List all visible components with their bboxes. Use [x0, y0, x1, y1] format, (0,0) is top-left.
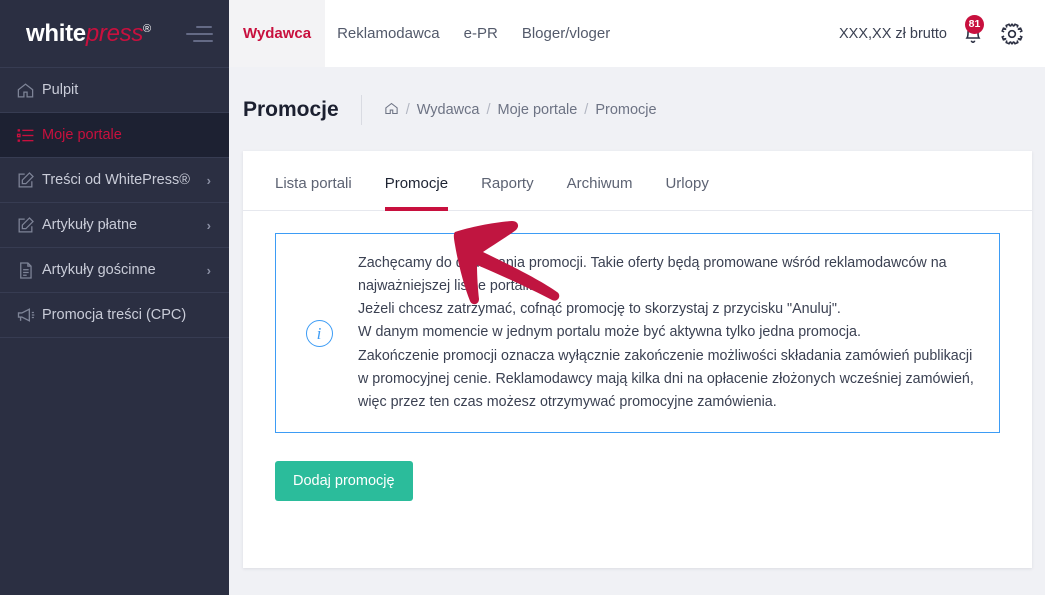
- sidebar-item-promocja-tresci-cpc[interactable]: Promocja treści (CPC): [0, 293, 229, 338]
- chevron-right-icon: ›: [206, 262, 211, 278]
- notification-count-badge: 81: [965, 14, 984, 34]
- sidebar-item-label: Promocja treści (CPC): [42, 307, 187, 323]
- chevron-right-icon: ›: [206, 217, 211, 233]
- sidebar-item-label: Artykuły płatne: [42, 217, 138, 233]
- tab-archiwum[interactable]: Archiwum: [567, 175, 633, 208]
- sidebar: whitepress® Pulpit Moje portale Treści o…: [0, 0, 229, 595]
- sidebar-item-moje-portale[interactable]: Moje portale: [0, 113, 229, 158]
- breadcrumb-item-wydawca[interactable]: Wydawca: [417, 102, 480, 118]
- app-root: whitepress® Pulpit Moje portale Treści o…: [0, 0, 1045, 595]
- breadcrumb-item-moje-portale[interactable]: Moje portale: [498, 102, 578, 118]
- list-icon: [16, 126, 42, 145]
- hamburger-line: [193, 39, 213, 42]
- logo-text-white: white: [26, 19, 86, 47]
- card-tabs: Lista portali Promocje Raporty Archiwum …: [243, 151, 1032, 211]
- breadcrumb: / Wydawca / Moje portale / Promocje: [362, 101, 657, 120]
- sidebar-item-label: Artykuły gościnne: [42, 262, 156, 278]
- breadcrumb-separator: /: [405, 102, 410, 118]
- gear-icon: [1001, 22, 1023, 45]
- notifications-button[interactable]: 81: [961, 14, 985, 48]
- tab-label: Lista portali: [275, 175, 352, 192]
- info-line: najważniejszej liście portali.: [358, 278, 533, 295]
- main-column: Wydawca Reklamodawca e-PR Bloger/vloger …: [229, 0, 1045, 595]
- page-title: Promocje: [243, 98, 339, 121]
- tab-label: Urlopy: [665, 175, 709, 192]
- tab-label: Promocje: [384, 175, 449, 192]
- chevron-right-icon: ›: [206, 172, 211, 188]
- page-content: Promocje / Wydawca / Moje portale / Prom…: [229, 67, 1045, 595]
- pencil-square-icon: [16, 171, 42, 190]
- topbar-tab-label: Reklamodawca: [337, 25, 440, 42]
- info-glyph: i: [305, 319, 333, 347]
- tab-label: Raporty: [481, 175, 534, 192]
- logo-text-press: press: [85, 19, 144, 47]
- sidebar-nav: Pulpit Moje portale Treści od WhitePress…: [0, 67, 229, 338]
- tab-lista-portali[interactable]: Lista portali: [275, 175, 352, 208]
- info-line: Zakończenie promocji oznacza wyłącznie z…: [358, 347, 973, 364]
- info-line: Jeżeli chcesz zatrzymać, cofnąć promocję…: [358, 301, 841, 318]
- document-icon: [16, 261, 42, 280]
- info-circle-icon: i: [296, 319, 342, 347]
- sidebar-item-artykuly-platne[interactable]: Artykuły płatne ›: [0, 203, 229, 248]
- whitepress-logo[interactable]: whitepress®: [26, 20, 151, 48]
- home-icon: [16, 81, 42, 100]
- info-line: w promocyjnej cenie. Reklamodawcy mają k…: [358, 370, 974, 387]
- topbar-tab-label: Wydawca: [243, 25, 312, 42]
- info-line: W danym momencie w jednym portalu może b…: [358, 324, 861, 341]
- megaphone-icon: [16, 305, 42, 325]
- sidebar-item-tresci-od-whitepress[interactable]: Treści od WhitePress® ›: [0, 158, 229, 203]
- topbar-tab-wydawca[interactable]: Wydawca: [229, 0, 326, 67]
- info-line: więc przez ten czas możesz otrzymywać pr…: [358, 393, 777, 410]
- info-line: Zachęcamy do dodawania promocji. Takie o…: [358, 255, 947, 271]
- page-header: Promocje / Wydawca / Moje portale / Prom…: [229, 67, 1045, 151]
- hamburger-line: [196, 25, 212, 28]
- pencil-square-icon: [16, 216, 42, 235]
- sidebar-item-label: Pulpit: [42, 82, 79, 98]
- topbar-tab-label: Bloger/vloger: [521, 25, 611, 42]
- tab-promocje[interactable]: Promocje: [384, 175, 449, 211]
- content-card: Lista portali Promocje Raporty Archiwum …: [243, 151, 1032, 568]
- topbar: Wydawca Reklamodawca e-PR Bloger/vloger …: [229, 0, 1045, 67]
- sidebar-item-label: Moje portale: [42, 127, 122, 143]
- settings-button[interactable]: [999, 21, 1025, 47]
- hamburger-menu-icon[interactable]: [185, 23, 215, 45]
- sidebar-item-artykuly-goscinne[interactable]: Artykuły gościnne ›: [0, 248, 229, 293]
- account-balance: XXX,XX zł brutto: [839, 25, 947, 42]
- info-banner-text: Zachęcamy do dodawania promocji. Takie o…: [342, 252, 974, 414]
- topbar-right-group: XXX,XX zł brutto 81: [839, 14, 1045, 48]
- tab-urlopy[interactable]: Urlopy: [665, 175, 708, 208]
- topbar-tab-label: e-PR: [463, 25, 498, 42]
- breadcrumb-item-promocje: Promocje: [595, 102, 657, 118]
- breadcrumb-separator: /: [584, 102, 589, 118]
- topbar-tab-reklamodawca[interactable]: Reklamodawca: [325, 0, 452, 67]
- add-promotion-button[interactable]: Dodaj promocję: [275, 461, 413, 502]
- brand-header: whitepress®: [0, 0, 229, 67]
- sidebar-item-label: Treści od WhitePress®: [42, 172, 190, 188]
- hamburger-line: [186, 32, 213, 35]
- topbar-tab-e-pr[interactable]: e-PR: [452, 0, 510, 67]
- topbar-tab-bloger-vloger[interactable]: Bloger/vloger: [510, 0, 622, 67]
- logo-registered-mark: ®: [143, 22, 151, 35]
- tab-label: Archiwum: [566, 175, 633, 192]
- breadcrumb-separator: /: [486, 102, 491, 118]
- info-banner: i Zachęcamy do dodawania promocji. Takie…: [275, 233, 1000, 434]
- tab-raporty[interactable]: Raporty: [481, 175, 534, 208]
- sidebar-item-pulpit[interactable]: Pulpit: [0, 68, 229, 113]
- breadcrumb-home-icon[interactable]: [384, 101, 399, 120]
